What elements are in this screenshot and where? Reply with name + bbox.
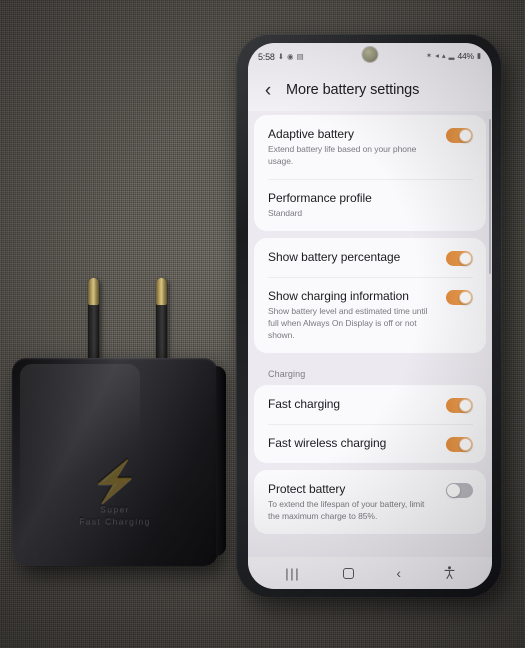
settings-card-display-info: Show battery percentage Show charging in… xyxy=(254,238,486,353)
charger-emboss-super: Super xyxy=(100,504,130,514)
system-navigation-bar: ||| ‹ xyxy=(248,557,492,589)
toggle-knob xyxy=(459,437,472,451)
toggle-fast-wireless-charging[interactable] xyxy=(446,436,473,452)
setting-row-protect-battery[interactable]: Protect battery To extend the lifespan o… xyxy=(254,470,486,534)
charger-body: ⚡ Super Fast Charging xyxy=(12,358,226,566)
accessibility-icon[interactable] xyxy=(444,565,455,581)
setting-row-adaptive-battery[interactable]: Adaptive battery Extend battery life bas… xyxy=(254,115,486,179)
status-bar-right: ✶ ◂ ▴ ▂ 44% ▮ xyxy=(426,51,481,61)
photo-scene: ⚡ Super Fast Charging 5:58 ⬇ ◉ ▤ ✶ ◂ ▴ ▂… xyxy=(0,0,525,648)
scrollbar[interactable] xyxy=(488,119,491,274)
smartphone-device: 5:58 ⬇ ◉ ▤ ✶ ◂ ▴ ▂ 44% ▮ ‹ More battery … xyxy=(236,34,502,598)
toggle-knob xyxy=(459,129,472,142)
toggle-show-battery-percentage[interactable] xyxy=(446,251,473,267)
setting-title: Fast wireless charging xyxy=(268,435,387,450)
app-header: ‹ More battery settings xyxy=(248,69,492,111)
wifi-icon: ▴ xyxy=(441,51,446,61)
wall-charger: ⚡ Super Fast Charging xyxy=(12,272,227,572)
charger-emboss-group: ⚡ Super Fast Charging xyxy=(12,462,218,526)
row-text: Show battery percentage xyxy=(268,249,446,265)
setting-row-fast-charging[interactable]: Fast charging xyxy=(254,385,486,424)
row-text: Fast wireless charging xyxy=(268,435,446,451)
setting-title: Show charging information xyxy=(268,289,409,304)
setting-value: Standard xyxy=(268,208,303,219)
calendar-icon: ▤ xyxy=(296,51,304,61)
setting-title: Performance profile xyxy=(268,190,372,205)
toggle-knob xyxy=(447,483,460,497)
setting-title: Show battery percentage xyxy=(268,250,401,265)
setting-row-fast-wireless-charging[interactable]: Fast wireless charging xyxy=(254,423,486,463)
row-text: Protect battery To extend the lifespan o… xyxy=(268,481,446,523)
setting-subtitle: To extend the lifespan of your battery, … xyxy=(268,499,425,521)
toggle-fast-charging[interactable] xyxy=(446,397,473,413)
settings-card-protect-battery: Protect battery To extend the lifespan o… xyxy=(254,469,486,534)
back-icon[interactable]: ‹ xyxy=(260,81,276,100)
setting-title: Protect battery xyxy=(268,481,346,496)
charger-prong-left xyxy=(88,278,99,364)
toggle-show-charging-information[interactable] xyxy=(446,290,473,306)
row-text: Show charging information Show battery l… xyxy=(268,288,446,342)
mute-icon: ◂ xyxy=(435,51,439,61)
row-text: Fast charging xyxy=(268,396,446,412)
battery-percentage-text: 44% xyxy=(457,51,474,61)
phone-screen: 5:58 ⬇ ◉ ▤ ✶ ◂ ▴ ▂ 44% ▮ ‹ More battery … xyxy=(248,43,492,589)
recents-icon[interactable]: ||| xyxy=(285,567,300,580)
section-header-charging: Charging xyxy=(268,368,306,379)
status-bar-left: 5:58 ⬇ ◉ ▤ xyxy=(258,52,304,62)
toggle-protect-battery[interactable] xyxy=(446,482,473,498)
status-time: 5:58 xyxy=(258,51,275,62)
accessibility-glyph xyxy=(444,565,455,579)
setting-row-show-charging-information[interactable]: Show charging information Show battery l… xyxy=(254,277,486,353)
settings-scroll-area[interactable]: Adaptive battery Extend battery life bas… xyxy=(248,111,492,557)
lightning-bolt-icon: ⚡ xyxy=(90,460,140,504)
toggle-knob xyxy=(459,252,472,266)
charger-prong-right xyxy=(156,278,167,364)
bluetooth-icon: ✶ xyxy=(425,51,433,61)
toggle-adaptive-battery[interactable] xyxy=(446,128,473,143)
charger-emboss-fast-charging: Fast Charging xyxy=(79,516,151,526)
row-text: Performance profile Standard xyxy=(268,190,473,220)
toggle-knob xyxy=(459,291,472,305)
setting-subtitle: Show battery level and estimated time un… xyxy=(268,306,428,341)
status-bar: 5:58 ⬇ ◉ ▤ ✶ ◂ ▴ ▂ 44% ▮ xyxy=(248,43,492,69)
settings-card-general: Adaptive battery Extend battery life bas… xyxy=(254,115,486,232)
back-nav-icon[interactable]: ‹ xyxy=(396,566,401,580)
settings-card-charging: Fast charging Fast wireless charging xyxy=(254,384,486,463)
row-text: Adaptive battery Extend battery life bas… xyxy=(268,126,446,168)
setting-row-show-battery-percentage[interactable]: Show battery percentage xyxy=(254,238,486,277)
front-camera-punch-hole xyxy=(362,47,378,62)
setting-subtitle: Extend battery life based on your phone … xyxy=(268,144,417,167)
home-icon[interactable] xyxy=(342,567,354,579)
battery-icon: ▮ xyxy=(476,51,481,61)
page-title: More battery settings xyxy=(286,82,420,98)
toggle-knob xyxy=(459,398,472,412)
setting-title: Fast charging xyxy=(268,396,341,411)
location-icon: ◉ xyxy=(287,51,294,61)
signal-icon: ▂ xyxy=(448,51,455,61)
setting-title: Adaptive battery xyxy=(268,127,354,141)
setting-row-performance-profile[interactable]: Performance profile Standard xyxy=(254,178,486,231)
download-icon: ⬇ xyxy=(277,51,285,61)
